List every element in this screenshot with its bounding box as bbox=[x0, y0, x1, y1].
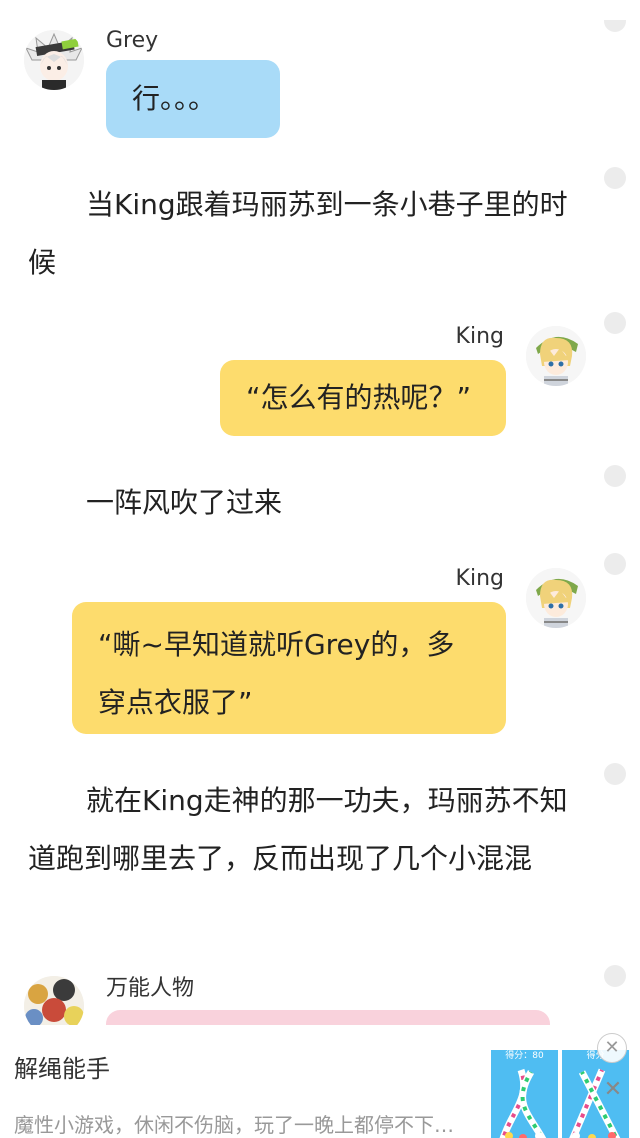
rail-dot[interactable] bbox=[604, 465, 626, 487]
x-icon[interactable]: ✕ bbox=[600, 1077, 626, 1103]
king-avatar[interactable] bbox=[526, 326, 586, 386]
narration-text: 一阵风吹了过来 bbox=[86, 486, 283, 519]
ad-title[interactable]: 解绳能手 bbox=[14, 1049, 110, 1084]
rail-dot[interactable] bbox=[604, 312, 626, 334]
grey-name: Grey bbox=[106, 28, 159, 53]
ad-banner[interactable]: 解绳能手 魔性小游戏，休闲不伤脑，玩了一晚上都停不下… 得分：80 得分 ✕ ✕ bbox=[0, 1025, 640, 1138]
rail-dot[interactable] bbox=[604, 167, 626, 189]
ad-description[interactable]: 魔性小游戏，休闲不伤脑，玩了一晚上都停不下… bbox=[14, 1109, 484, 1138]
universal-character-name: 万能人物 bbox=[106, 976, 195, 1001]
king-message-bubble[interactable]: “嘶~早知道就听Grey的，多穿点衣服了” bbox=[72, 602, 506, 734]
rail-dot[interactable] bbox=[604, 965, 626, 987]
ad-thumbnail[interactable]: 得分：80 bbox=[491, 1050, 558, 1138]
grey-avatar[interactable] bbox=[24, 30, 84, 90]
narration-text: 当King跟着玛丽苏到一条小巷子里的时候 bbox=[28, 188, 568, 279]
rail-dot[interactable] bbox=[604, 20, 626, 32]
universal-character-message-bubble[interactable] bbox=[106, 1010, 550, 1025]
chat-feed[interactable]: Grey 行。。。 当King跟着玛丽苏到一条小巷子里的时候 King “怎么有… bbox=[0, 0, 640, 1025]
ad-thumb-score: 得分：80 bbox=[505, 1051, 544, 1061]
king-avatar[interactable] bbox=[526, 568, 586, 628]
narration-text: 就在King走神的那一功夫，玛丽苏不知道跑到哪里去了，反而出现了几个小混混 bbox=[28, 784, 568, 875]
king-name: King bbox=[455, 324, 504, 349]
grey-message-bubble[interactable]: 行。。。 bbox=[106, 60, 280, 138]
rail-dot[interactable] bbox=[604, 763, 626, 785]
king-name: King bbox=[455, 566, 504, 591]
rail-dot[interactable] bbox=[604, 553, 626, 575]
king-message-bubble[interactable]: “怎么有的热呢？” bbox=[220, 360, 506, 436]
close-circle-icon[interactable]: ✕ bbox=[597, 1033, 627, 1063]
universal-character-avatar[interactable] bbox=[24, 976, 84, 1025]
